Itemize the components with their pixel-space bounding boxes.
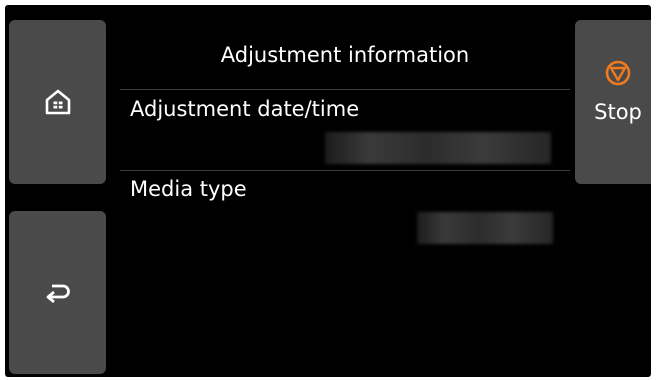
screen-title: Adjustment information [220,43,470,67]
media-type-label: Media type [130,177,247,201]
back-arrow-icon [46,284,70,303]
printer-panel-screen: Stop Adjustment information Adjustment d… [5,5,651,377]
media-type-value-redacted [417,212,553,244]
home-button[interactable] [9,20,106,184]
adjustment-datetime-label: Adjustment date/time [130,97,360,121]
adjustment-datetime-value-redacted [325,132,551,164]
back-button[interactable] [9,211,106,374]
divider [120,170,570,171]
stop-button[interactable]: Stop [575,20,651,184]
divider [120,89,570,90]
stop-icon [605,60,631,86]
stop-button-label: Stop [594,100,642,124]
home-icon [45,89,70,115]
